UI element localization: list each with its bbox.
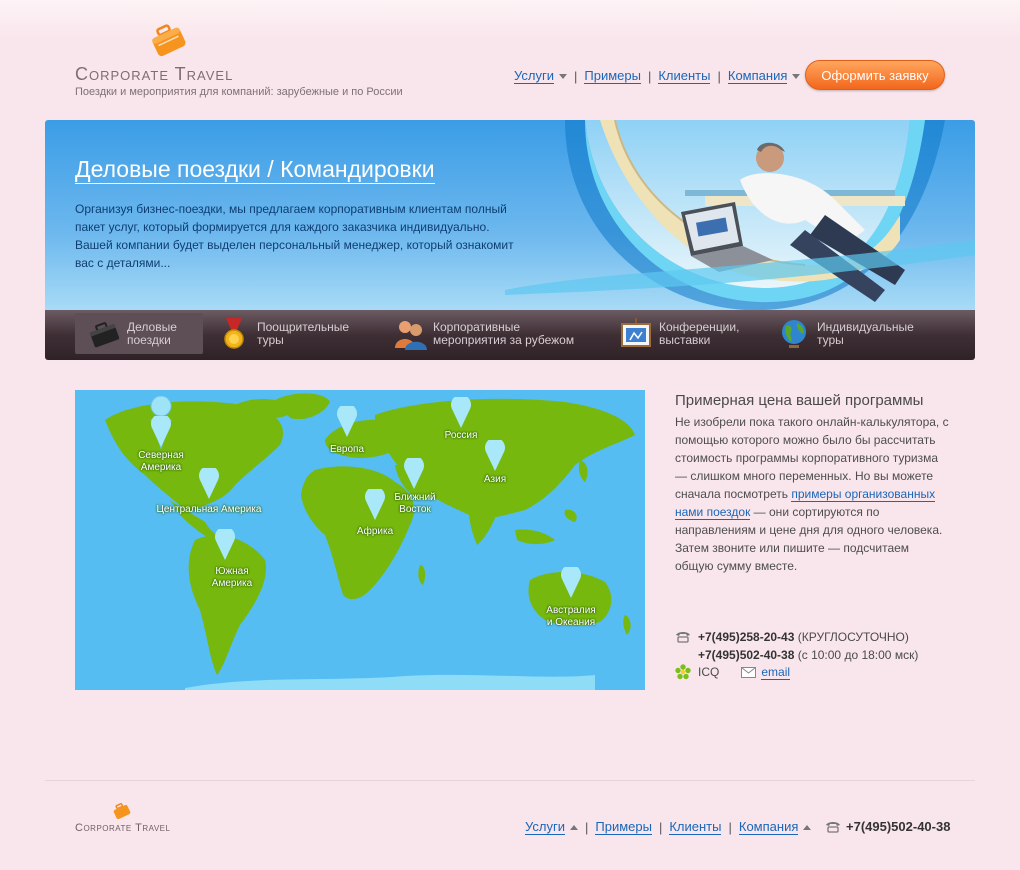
- region-middle-east[interactable]: Ближний Восток: [390, 492, 440, 516]
- icq-flower-icon: [675, 664, 691, 680]
- email-envelope-icon: [741, 666, 757, 678]
- region-africa[interactable]: Африка: [353, 526, 397, 538]
- globe-icon: [777, 318, 811, 350]
- nav-separator: |: [573, 68, 578, 84]
- price-heading: Примерная цена вашей программы: [675, 392, 924, 409]
- footer-navigation: Услуги | Примеры | Клиенты | Компания: [525, 819, 812, 835]
- phone-2-note: (с 10:00 до 18:00 мск): [797, 648, 919, 662]
- category-individual-tours[interactable]: Индивидуальные туры: [777, 313, 914, 354]
- category-business-trips[interactable]: Деловые поездки: [75, 313, 203, 354]
- footer-clients-link[interactable]: Клиенты: [669, 819, 722, 835]
- footer-phone-number[interactable]: +7(495)502-40-38: [846, 819, 950, 834]
- logo-title: Corporate Travel: [75, 64, 234, 84]
- footer-logo-title: Corporate Travel: [75, 822, 171, 834]
- footer-company-link[interactable]: Компания: [738, 819, 799, 835]
- location-pin-icon[interactable]: [365, 489, 385, 521]
- footer-phone[interactable]: +7(495)502-40-38: [825, 819, 950, 834]
- location-pin-icon[interactable]: [404, 458, 424, 490]
- dropup-arrow-icon[interactable]: [569, 824, 578, 830]
- logo-subtitle: Поездки и мероприятия для компаний: зару…: [75, 86, 403, 98]
- dropup-arrow-icon[interactable]: [803, 824, 812, 830]
- price-info-panel: Примерная цена вашей программы Не изобре…: [675, 392, 950, 575]
- phone-number-1[interactable]: +7(495)258-20-43: [698, 630, 794, 644]
- nav-separator: |: [647, 68, 652, 84]
- phone-row: +7(495)502-40-38 (с 10:00 до 18:00 мск): [675, 646, 918, 664]
- suitcase-logo-icon: [113, 803, 131, 820]
- phone-contacts: +7(495)258-20-43 (КРУГЛОСУТОЧНО) +7(495)…: [675, 628, 918, 664]
- phone-icon: [826, 821, 840, 833]
- category-label: туры: [257, 332, 284, 347]
- category-label: мероприятия за рубежом: [433, 332, 575, 347]
- region-south-america[interactable]: Южная Америка: [207, 566, 257, 590]
- location-pin-icon[interactable]: [151, 416, 171, 448]
- category-corporate-events-abroad[interactable]: Корпоративные мероприятия за рубежом: [393, 313, 574, 354]
- nav-clients-link[interactable]: Клиенты: [658, 68, 711, 84]
- category-label: выставки: [659, 332, 711, 347]
- top-navigation: Услуги | Примеры | Клиенты | Компания: [514, 68, 801, 84]
- nav-examples-link[interactable]: Примеры: [584, 68, 641, 84]
- dropdown-arrow-icon[interactable]: [558, 73, 567, 79]
- location-pin-icon[interactable]: [485, 440, 505, 472]
- category-label: поездки: [127, 332, 171, 347]
- order-request-button[interactable]: Оформить заявку: [805, 60, 945, 90]
- category-incentive-tours[interactable]: Поощрительные туры: [217, 313, 349, 354]
- banner-title[interactable]: Деловые поездки / Командировки: [75, 156, 435, 184]
- phone-icon: [676, 632, 690, 643]
- footer-services-link[interactable]: Услуги: [525, 819, 565, 835]
- location-pin-icon[interactable]: [337, 406, 357, 438]
- dropdown-arrow-icon[interactable]: [792, 73, 801, 79]
- category-bar: Деловые поездки Поощрительные туры Корпора…: [45, 310, 975, 360]
- hero-banner: Деловые поездки / Командировки Организуя…: [45, 120, 975, 310]
- world-map: Северная Америка Центральная Америка Южна…: [75, 390, 645, 690]
- category-label: Индивидуальные: [817, 319, 914, 334]
- icq-label[interactable]: ICQ: [698, 665, 719, 679]
- nav-separator: |: [658, 819, 663, 835]
- region-asia[interactable]: Азия: [475, 474, 515, 486]
- people-icon: [393, 318, 427, 350]
- phone-row: +7(495)258-20-43 (КРУГЛОСУТОЧНО): [675, 628, 918, 646]
- region-australia-oceania[interactable]: Австралия и Океания: [537, 605, 605, 629]
- category-label: Поощрительные: [257, 319, 350, 334]
- messenger-contacts: ICQ email: [675, 664, 791, 680]
- category-label: Конференции,: [659, 319, 740, 334]
- location-pin-icon[interactable]: [215, 529, 235, 561]
- phone-number-2[interactable]: +7(495)502-40-38: [698, 648, 794, 662]
- medal-icon: [217, 317, 251, 350]
- email-link[interactable]: email: [761, 665, 791, 680]
- nav-separator: |: [584, 819, 589, 835]
- suitcase-logo-icon: [152, 24, 186, 57]
- category-label: туры: [817, 332, 844, 347]
- presentation-board-icon: [619, 317, 653, 350]
- banner-text: Организуя бизнес-поездки, мы предлагаем …: [75, 202, 514, 270]
- footer-divider: [45, 780, 975, 781]
- hammock-businessman-illustration: [505, 120, 975, 310]
- phone-1-note: (КРУГЛОСУТОЧНО): [797, 630, 909, 644]
- category-conferences-exhibitions[interactable]: Конференции, выставки: [619, 313, 739, 354]
- nav-separator: |: [717, 68, 721, 84]
- price-description: Не изобрели пока такого онлайн-калькулят…: [675, 413, 950, 575]
- nav-separator: |: [728, 819, 732, 835]
- nav-company-link[interactable]: Компания: [727, 68, 788, 84]
- briefcase-icon: [87, 318, 121, 350]
- category-label: Деловые: [127, 319, 177, 334]
- region-russia[interactable]: Россия: [439, 430, 483, 442]
- category-label: Корпоративные: [433, 319, 521, 334]
- region-europe[interactable]: Европа: [325, 444, 369, 456]
- region-central-america[interactable]: Центральная Америка: [151, 504, 267, 516]
- footer-examples-link[interactable]: Примеры: [595, 819, 652, 835]
- location-pin-icon[interactable]: [561, 567, 581, 599]
- nav-services-link[interactable]: Услуги: [514, 68, 554, 84]
- region-north-america[interactable]: Северная Америка: [137, 450, 185, 474]
- location-pin-icon[interactable]: [199, 468, 219, 500]
- location-pin-icon[interactable]: [451, 397, 471, 429]
